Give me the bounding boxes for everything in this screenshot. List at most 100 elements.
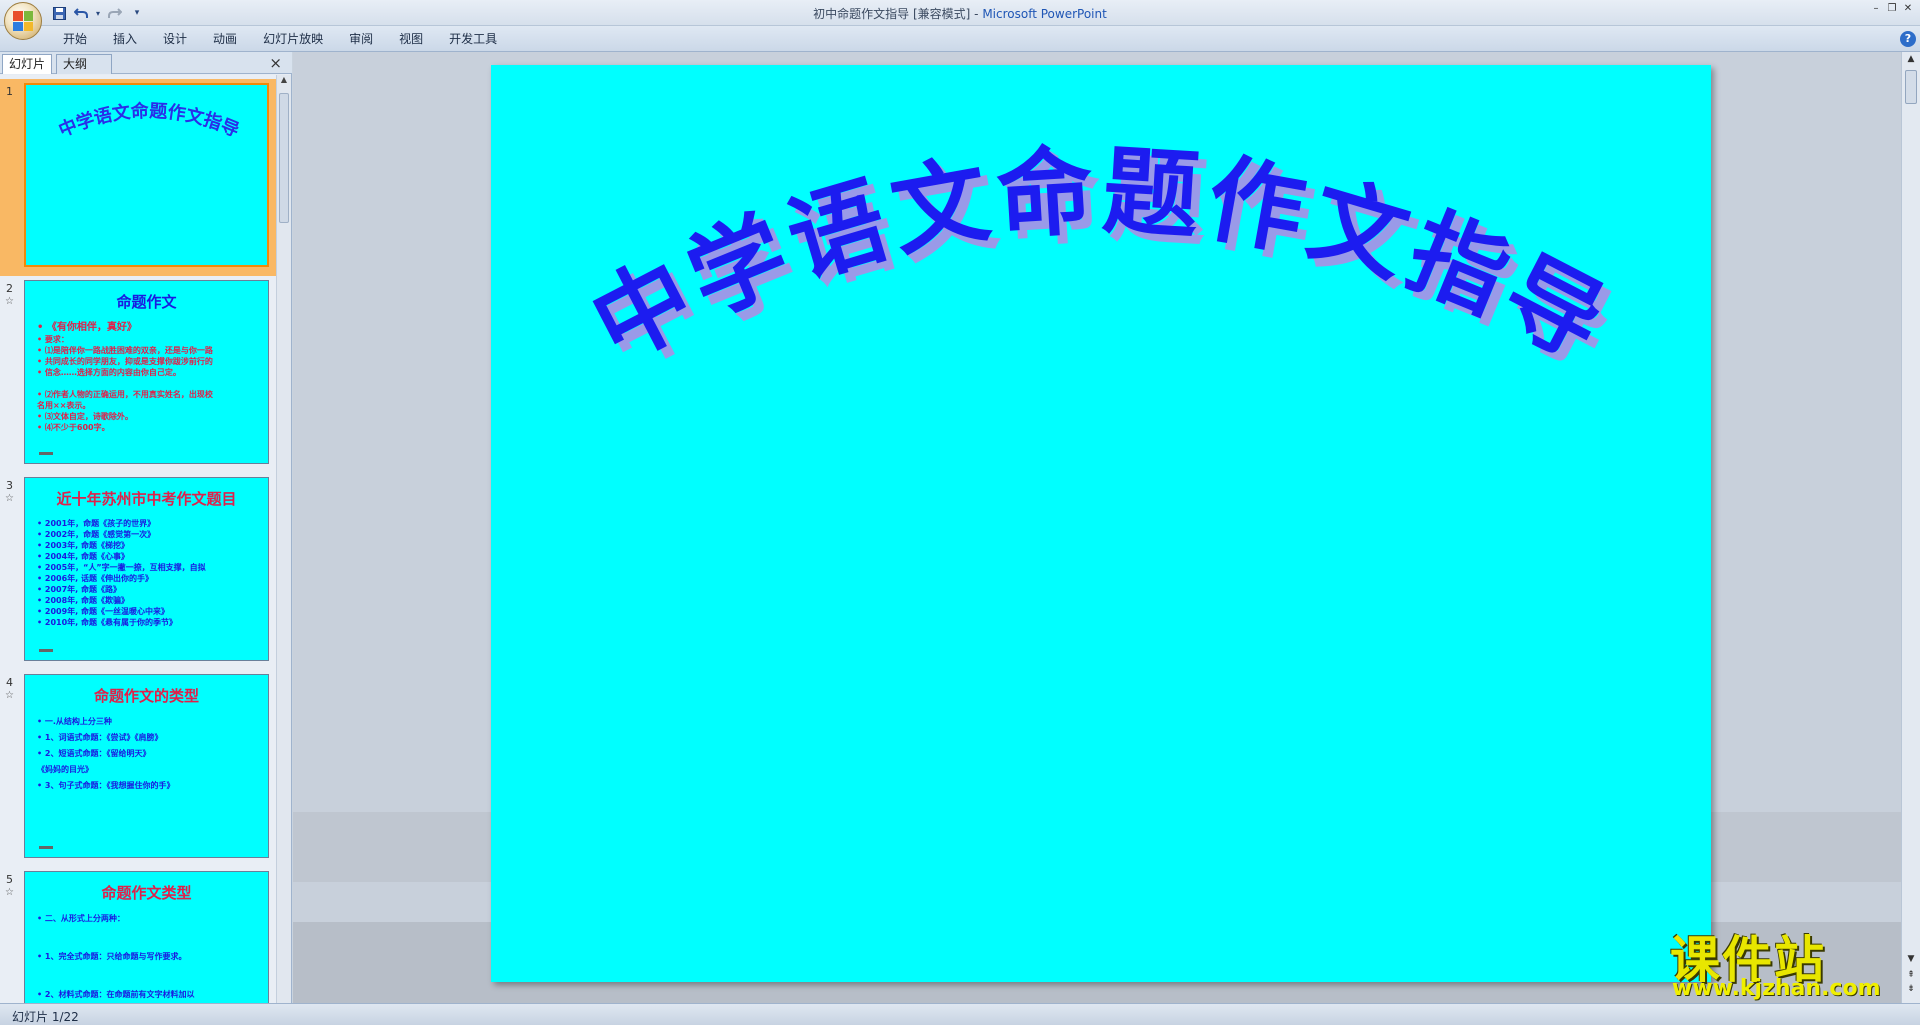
thumbnail-footer	[39, 649, 53, 652]
thumbnail-line: • 共同成长的同学朋友，抑或是支撑你跋涉前行的	[37, 357, 213, 366]
thumbnail-line: • 2004年, 命题《心事》	[37, 552, 129, 561]
thumbnail-line: • 2002年，命题《感觉第一次》	[37, 530, 156, 539]
close-icon[interactable]: ✕	[1900, 2, 1916, 16]
thumbnail-preview: 命题作文 • 《有你相伴，真好》 • 要求： • ⑴是陪伴你一路战胜困难的双亲，还是与…	[24, 280, 269, 464]
thumbnail-footer	[39, 452, 53, 455]
slide-thumbnail[interactable]: 3 ☆ 近十年苏州市中考作文题目 • 2001年，命题《孩子的世界》 • 2002年，命…	[0, 473, 277, 670]
tab-insert[interactable]: 插入	[100, 30, 150, 48]
scrollbar-thumb[interactable]	[279, 93, 289, 223]
thumbnail-title: 中学语文命题作文指导	[55, 100, 242, 142]
close-pane-icon[interactable]: ×	[269, 54, 282, 72]
thumbnail-line: • 1、词语式命题：《尝试》《肩膀》	[37, 733, 163, 742]
thumbnail-scrollbar[interactable]: ▲	[276, 75, 291, 1003]
thumbnail-line: • 2、短语式命题：《留给明天》	[37, 749, 151, 758]
animation-star-icon: ☆	[5, 887, 14, 898]
animation-star-icon: ☆	[5, 493, 14, 504]
thumbnail-preview: 中学语文命题作文指导	[24, 83, 269, 267]
thumbnail-line: • 二、从形式上分两种：	[37, 914, 125, 923]
thumbnail-line	[37, 378, 260, 389]
slide-title-arc[interactable]: 中学语文命题作文指导 中学语文命题作文指导	[491, 65, 1711, 982]
scroll-up-icon[interactable]: ▲	[277, 75, 291, 89]
ribbon: 开始 插入 设计 动画 幻灯片放映 审阅 视图 开发工具 ?	[0, 26, 1920, 52]
thumbnail-line: • 2007年, 命题《路》	[37, 585, 121, 594]
thumbnail-line	[37, 931, 260, 944]
thumbnail-line: • 要求：	[37, 335, 69, 344]
thumbnail-line: • ⑶文体自定，诗歌除外。	[37, 412, 133, 421]
thumbnail-body: • 2001年，命题《孩子的世界》 • 2002年，命题《感觉第一次》 • 2003…	[37, 518, 260, 628]
vertical-scrollbar[interactable]: ▲ ▼ ⇞ ⇟	[1901, 52, 1920, 1003]
next-slide-icon[interactable]: ⇟	[1905, 984, 1917, 994]
thumbnail-line: 名用××表示。	[37, 401, 91, 410]
previous-slide-icon[interactable]: ⇞	[1905, 970, 1917, 980]
scroll-up-icon[interactable]: ▲	[1905, 54, 1917, 64]
slide-indicator: 幻灯片 1/22	[12, 1010, 79, 1024]
tab-view[interactable]: 视图	[386, 30, 436, 48]
scrollbar-thumb[interactable]	[1905, 70, 1917, 104]
main-slide[interactable]: 中学语文命题作文指导 中学语文命题作文指导	[491, 65, 1711, 982]
tab-outline[interactable]: 大纲	[56, 54, 112, 74]
title-separator: -	[970, 7, 983, 21]
thumbnail-line: • 2006年, 话题《伸出你的手》	[37, 574, 153, 583]
slide-number: 5	[6, 873, 13, 886]
slide-number: 1	[6, 85, 13, 98]
thumbnail-title: 命题作文	[116, 293, 177, 311]
thumbnail-title: 命题作文类型	[101, 884, 192, 902]
ribbon-tabs: 开始 插入 设计 动画 幻灯片放映 审阅 视图 开发工具	[50, 30, 510, 48]
thumbnail-line: • 1、完全式命题：只给命题与写作要求。	[37, 952, 187, 961]
thumbnail-line: • 《有你相伴，真好》	[37, 322, 137, 333]
thumbnail-line: • 信念……选择方面的内容由你自己定。	[37, 368, 181, 377]
slide-thumbnail[interactable]: 2 ☆ 命题作文 • 《有你相伴，真好》 • 要求： • ⑴是陪伴你一路战胜困难的双亲，还…	[0, 276, 277, 473]
thumbnail-line: • ⑵作者人物的正确运用，不用真实姓名，出现校	[37, 390, 213, 399]
slide-workspace: 中学语文命题作文指导 中学语文命题作文指导	[293, 52, 1901, 1003]
thumbnail-line: • 一.从结构上分三种	[37, 717, 112, 726]
watermark-url: www.kjzhan.com	[1672, 976, 1881, 1001]
scroll-down-icon[interactable]: ▼	[1905, 954, 1917, 964]
tab-slides[interactable]: 幻灯片	[2, 54, 52, 74]
thumbnail-line: • 2005年，“人”字一撇一捺，互相支撑，自拟	[37, 563, 206, 572]
watermark-logo: 课件站 www.kjzhan.com	[1670, 920, 1900, 1001]
animation-star-icon: ☆	[5, 296, 14, 307]
thumbnail-title: 命题作文的类型	[93, 687, 199, 705]
help-icon[interactable]: ?	[1900, 31, 1916, 47]
tab-developer[interactable]: 开发工具	[436, 30, 510, 48]
slide-thumbnails: 1 中学语文命题作文指导 2 ☆ 命题作文 • 《有你相伴，真好》 • 要求： • ⑴是陪伴你…	[0, 75, 277, 1003]
thumbnail-body: • 二、从形式上分两种： • 1、完全式命题：只给命题与写作要求。 • 2、材料式命…	[37, 912, 260, 1003]
thumbnail-line: • 2008年, 命题《欺骗》	[37, 596, 129, 605]
thumbnail-preview: 近十年苏州市中考作文题目 • 2001年，命题《孩子的世界》 • 2002年，命题《…	[24, 477, 269, 661]
thumbnail-footer	[39, 846, 53, 849]
thumbnail-body: • 《有你相伴，真好》 • 要求： • ⑴是陪伴你一路战胜困难的双亲，还是与你一路 •…	[37, 321, 260, 433]
pane-tabs: 幻灯片 大纲 ×	[0, 52, 292, 74]
title-bar: ▾ ▾ 初中命题作文指导 [兼容模式] - Microsoft PowerPoi…	[0, 0, 1920, 40]
thumbnail-preview: 命题作文类型 • 二、从形式上分两种： • 1、完全式命题：只给命题与写作要求。 • …	[24, 871, 269, 1003]
thumbnail-title-text: 中学语文命题作文指导	[55, 100, 242, 142]
thumbnail-line: • 2003年, 命题《梯挖》	[37, 541, 129, 550]
office-logo-icon	[13, 11, 33, 31]
thumbnail-line: • ⑴是陪伴你一路战胜困难的双亲，还是与你一路	[37, 346, 213, 355]
slide-thumbnail[interactable]: 5 ☆ 命题作文类型 • 二、从形式上分两种： • 1、完全式命题：只给命题与写作要求。…	[0, 867, 277, 1003]
minimize-icon[interactable]: –	[1868, 2, 1884, 16]
animation-star-icon: ☆	[5, 690, 14, 701]
thumbnail-line: • 2010年, 命题《悬有属于你的季节》	[37, 618, 177, 627]
tab-animations[interactable]: 动画	[200, 30, 250, 48]
thumbnail-title: 近十年苏州市中考作文题目	[56, 490, 237, 508]
thumbnail-line: • 3、句子式命题：《我想握住你的手》	[37, 781, 175, 790]
office-button[interactable]	[4, 2, 42, 40]
thumbnail-body: • 一.从结构上分三种 • 1、词语式命题：《尝试》《肩膀》 • 2、短语式命题：《…	[37, 715, 260, 795]
status-bar: 幻灯片 1/22	[0, 1003, 1920, 1025]
restore-icon[interactable]: ❐	[1884, 2, 1900, 16]
tab-design[interactable]: 设计	[150, 30, 200, 48]
slide-thumbnail[interactable]: 1 中学语文命题作文指导	[0, 79, 277, 276]
app-name: Microsoft PowerPoint	[982, 7, 1107, 21]
thumbnail-preview: 命题作文的类型 • 一.从结构上分三种 • 1、词语式命题：《尝试》《肩膀》 • 2、…	[24, 674, 269, 858]
window-title: 初中命题作文指导 [兼容模式] - Microsoft PowerPoint	[0, 5, 1920, 22]
tab-slideshow[interactable]: 幻灯片放映	[250, 30, 336, 48]
window-controls: – ❐ ✕	[1868, 2, 1916, 16]
slides-pane: 幻灯片 大纲 × 1 中学语文命题作文指导 2 ☆ 命题作文 • 《有你相伴，真好》 • 要…	[0, 52, 292, 1003]
slide-number: 4	[6, 676, 13, 689]
thumbnail-line: 《妈妈的目光》	[37, 765, 93, 774]
thumbnail-title-arc: 中学语文命题作文指导	[55, 100, 242, 142]
slide-number: 3	[6, 479, 13, 492]
tab-home[interactable]: 开始	[50, 30, 100, 48]
tab-review[interactable]: 审阅	[336, 30, 386, 48]
slide-thumbnail[interactable]: 4 ☆ 命题作文的类型 • 一.从结构上分三种 • 1、词语式命题：《尝试》《肩膀》 • …	[0, 670, 277, 867]
